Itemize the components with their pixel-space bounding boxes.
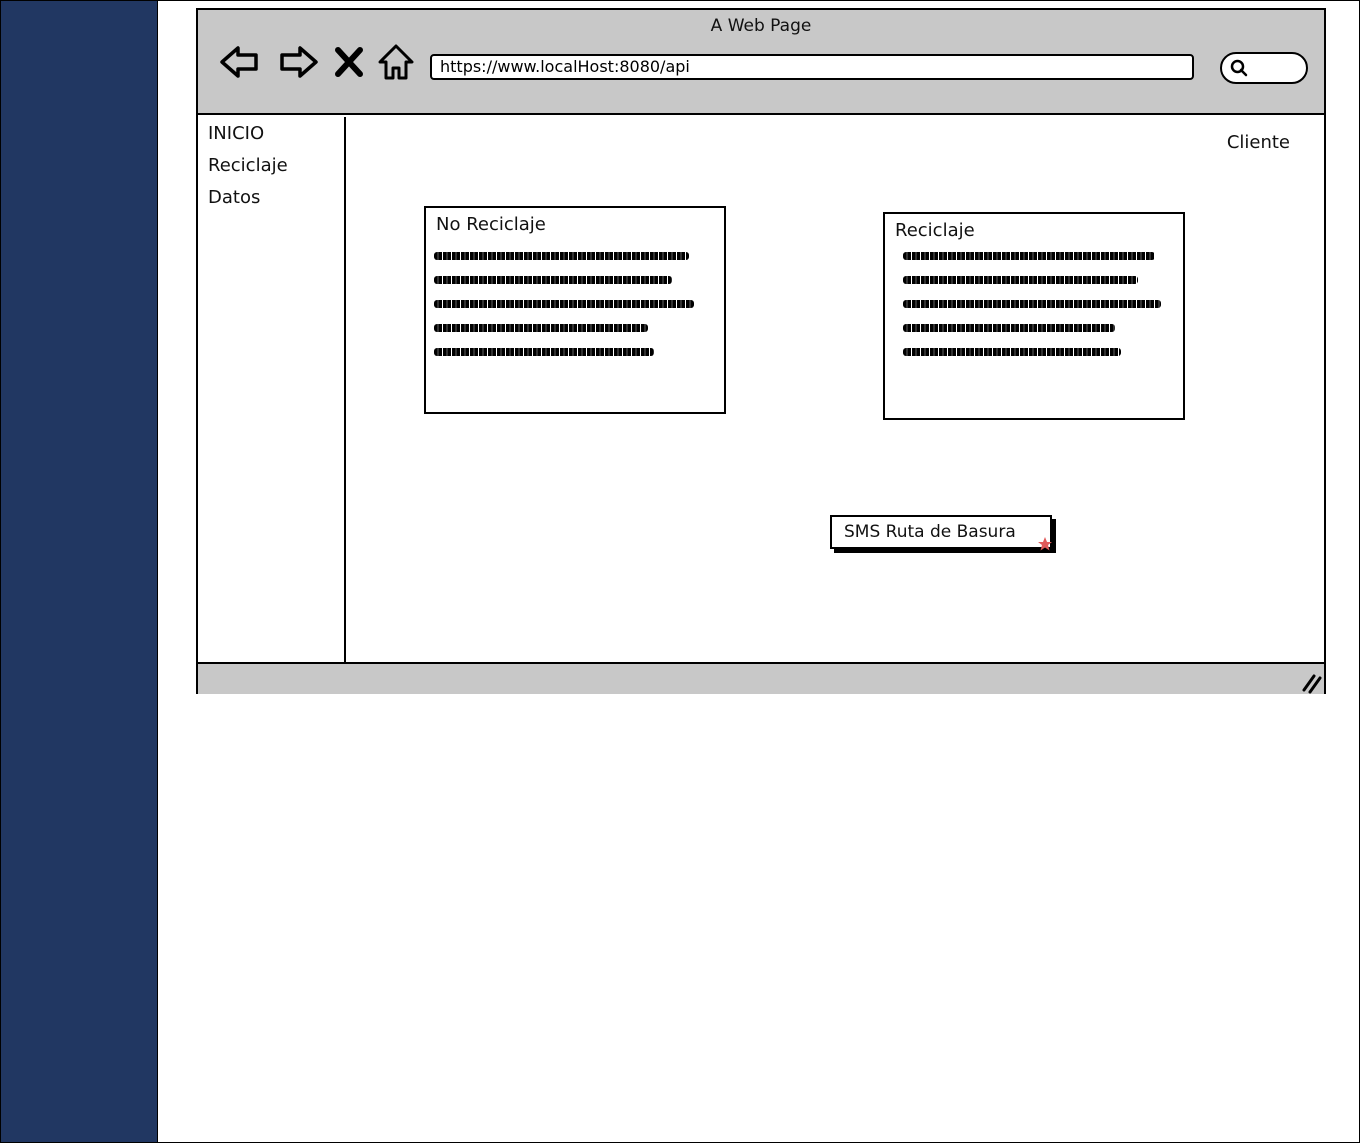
sidebar-item-inicio[interactable]: INICIO bbox=[208, 123, 264, 144]
sidebar-item-datos[interactable]: Datos bbox=[208, 187, 260, 208]
placeholder-text bbox=[434, 252, 704, 372]
search-input[interactable] bbox=[1220, 52, 1308, 84]
url-input[interactable]: https://www.localHost:8080/api bbox=[430, 54, 1194, 80]
home-icon[interactable] bbox=[374, 40, 418, 84]
card-title: Reciclaje bbox=[895, 220, 975, 241]
sms-button-label: SMS Ruta de Basura bbox=[844, 522, 1016, 542]
sidebar: INICIO Reciclaje Datos bbox=[198, 117, 346, 664]
forward-arrow-icon[interactable] bbox=[276, 40, 320, 84]
status-bar bbox=[198, 662, 1324, 694]
sidebar-item-reciclaje[interactable]: Reciclaje bbox=[208, 155, 288, 176]
card-reciclaje: Reciclaje bbox=[883, 212, 1185, 420]
star-icon bbox=[1038, 537, 1052, 551]
search-icon bbox=[1230, 59, 1248, 77]
resize-grip-icon[interactable] bbox=[1300, 670, 1322, 694]
browser-window: A Web Page https://www.localHost:8080/ap… bbox=[196, 8, 1326, 694]
user-label[interactable]: Cliente bbox=[1227, 132, 1290, 153]
card-title: No Reciclaje bbox=[436, 214, 546, 235]
stop-icon[interactable] bbox=[332, 40, 366, 84]
back-arrow-icon[interactable] bbox=[218, 40, 262, 84]
page-title: A Web Page bbox=[710, 16, 812, 36]
sms-route-button[interactable]: SMS Ruta de Basura bbox=[830, 515, 1052, 551]
side-color-band bbox=[1, 1, 158, 1142]
main-content: Cliente No Reciclaje Reciclaje SMS Ruta … bbox=[346, 117, 1324, 662]
card-no-reciclaje: No Reciclaje bbox=[424, 206, 726, 414]
browser-chrome: A Web Page https://www.localHost:8080/ap… bbox=[198, 10, 1324, 115]
placeholder-text bbox=[903, 252, 1173, 372]
